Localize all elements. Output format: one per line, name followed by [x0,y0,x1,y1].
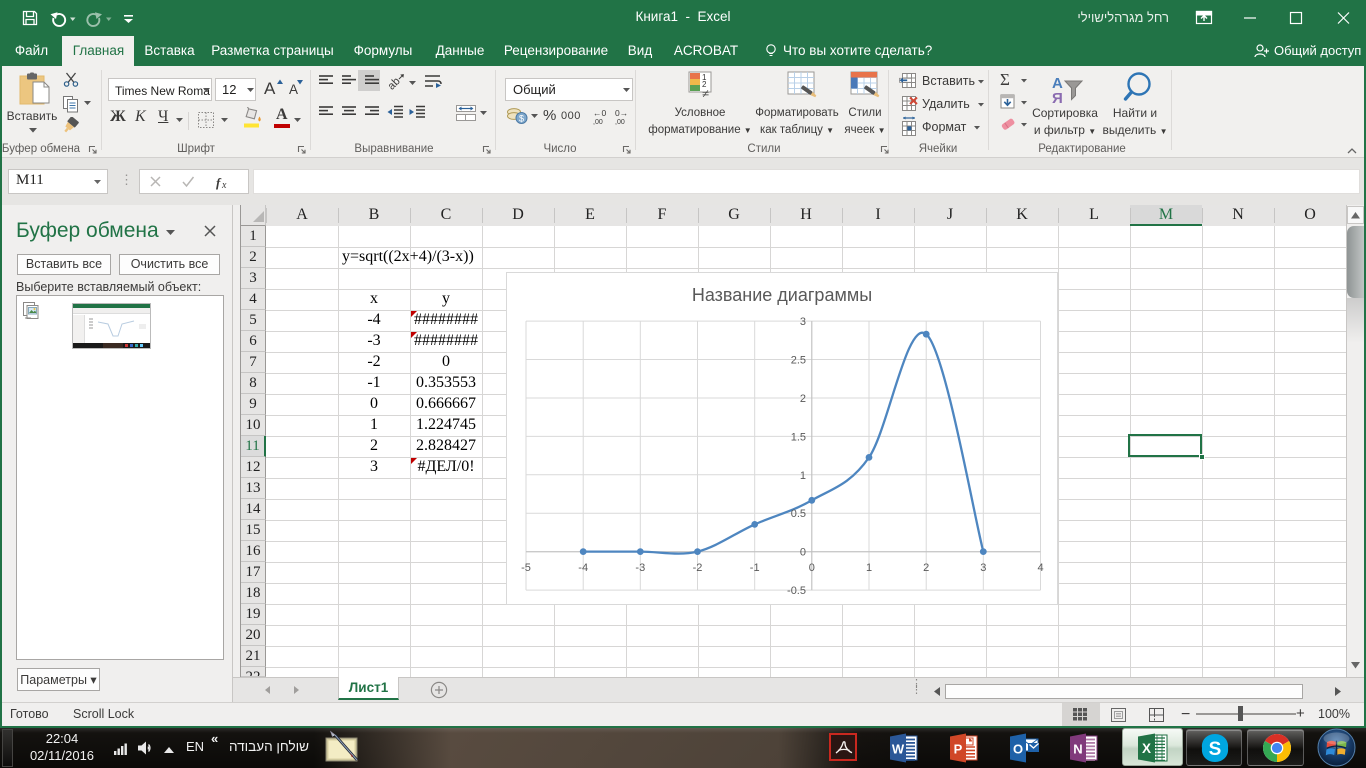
svg-text:0: 0 [800,547,806,559]
svg-text:N: N [1073,742,1082,757]
svg-text:-4: -4 [578,562,588,574]
svg-text:3: 3 [800,316,806,328]
svg-text:2.5: 2.5 [791,355,806,367]
svg-text:0: 0 [809,562,815,574]
svg-text:2: 2 [923,562,929,574]
svg-text:O: O [1013,742,1023,757]
svg-text:1: 1 [800,470,806,482]
svg-text:≠: ≠ [702,86,709,99]
svg-text:←0: ←0 [593,108,607,118]
svg-text:Я: Я [1052,90,1063,105]
svg-text:X: X [1142,741,1151,756]
svg-text:-5: -5 [521,562,531,574]
svg-text:-1: -1 [750,562,760,574]
svg-text:3: 3 [980,562,986,574]
svg-text:0→: 0→ [615,108,628,118]
svg-text:0.5: 0.5 [791,508,806,520]
svg-text:A: A [264,79,276,98]
svg-text:-3: -3 [635,562,645,574]
svg-text:1.5: 1.5 [791,431,806,443]
svg-text:W: W [892,742,905,757]
svg-text:P: P [954,742,963,757]
svg-text:S: S [1209,739,1222,760]
svg-text:x: x [221,180,227,190]
svg-text:-0.5: -0.5 [787,585,806,597]
svg-text:,00: ,00 [593,119,603,125]
svg-text:-2: -2 [693,562,703,574]
svg-text:4: 4 [1037,562,1043,574]
svg-text:2: 2 [800,393,806,405]
svg-text:A: A [289,82,298,97]
svg-text:,00: ,00 [615,119,625,125]
svg-text:$: $ [519,114,524,124]
svg-text:1: 1 [866,562,872,574]
svg-text:Название диаграммы: Название диаграммы [692,285,872,305]
